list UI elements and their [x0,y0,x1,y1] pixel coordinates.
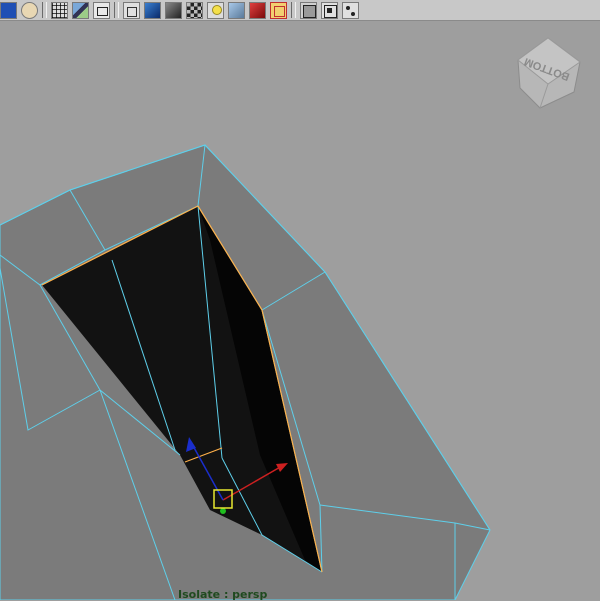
wireframe-cube-icon[interactable] [123,1,140,19]
resolution-gate-icon[interactable] [93,1,110,19]
viewport-canvas[interactable]: BOTTOM [0,22,600,600]
viewport-toolbar [0,0,600,21]
y-axis-handle[interactable] [220,508,226,514]
toolbar-separator [291,2,296,18]
toolbar-separator [114,2,119,18]
texture-icon[interactable] [186,1,203,19]
wire-on-shaded-icon[interactable] [300,1,317,19]
render-icon[interactable] [249,1,266,19]
node-editor-icon[interactable] [342,1,359,19]
smooth-shade-icon[interactable] [144,1,161,19]
sphere-icon[interactable] [21,1,38,19]
isolate-select-icon[interactable] [321,1,338,19]
image-plane-icon[interactable] [72,1,89,19]
camera-icon[interactable] [0,1,17,19]
xray-icon[interactable] [228,1,245,19]
3d-viewport[interactable]: BOTTOM [0,22,600,600]
lighting-icon[interactable] [207,1,224,19]
isolate-hud-label: Isolate : persp [178,588,268,601]
frame-icon[interactable] [270,1,287,19]
grid-icon[interactable] [51,1,68,19]
toolbar-separator [42,2,47,18]
flat-shade-icon[interactable] [165,1,182,19]
